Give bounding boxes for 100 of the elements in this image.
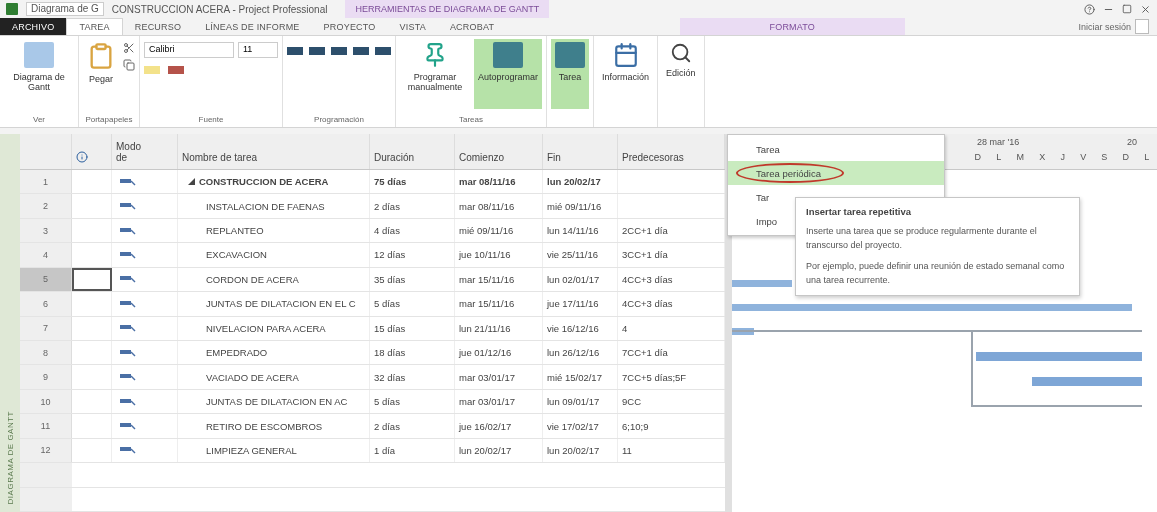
start-cell: mar 08/11/16	[455, 169, 543, 194]
ribbon-tab[interactable]: ACROBAT	[437, 18, 507, 35]
day-label: M	[1016, 151, 1024, 164]
font-size-field[interactable]: 11	[238, 42, 278, 58]
gantt-bar[interactable]	[976, 352, 1142, 361]
menu-item[interactable]: Tarea periódica	[728, 161, 944, 185]
font-name-field[interactable]: Calibri	[144, 42, 234, 58]
start-cell: jue 10/11/16	[455, 243, 543, 267]
column-header[interactable]: Comienzo	[459, 151, 505, 163]
finish-cell: lun 14/11/16	[543, 218, 618, 243]
tooltip-text: Por ejemplo, puede definir una reunión de estado semanal como una tarea recurrente.	[806, 260, 1066, 287]
day-label: L	[1144, 151, 1150, 164]
day-label: V	[1080, 151, 1087, 164]
row-number[interactable]: 8	[20, 340, 72, 365]
maximize-icon[interactable]	[1122, 4, 1132, 14]
day-label: D	[974, 151, 982, 164]
row-number[interactable]: 1	[20, 169, 72, 194]
row-number[interactable]: 5	[20, 267, 72, 292]
duration-cell: 32 días	[370, 365, 455, 389]
task-name-cell: JUNTAS DE DILATACION EN AC	[178, 389, 370, 414]
group-label: Tareas	[458, 115, 484, 126]
start-cell: mar 15/11/16	[455, 292, 543, 316]
column-header[interactable]: Modo de	[116, 140, 146, 163]
app-icon[interactable]	[6, 3, 18, 15]
task-name-cell: CONSTRUCCION DE ACERA	[178, 169, 370, 194]
duration-cell: 35 días	[370, 267, 455, 292]
row-number[interactable]: 12	[20, 438, 72, 463]
group-label: Ver	[32, 115, 46, 126]
close-icon[interactable]	[1140, 3, 1151, 15]
gantt-bar[interactable]	[732, 328, 754, 335]
gantt-bar[interactable]	[732, 304, 1132, 311]
ribbon-tab[interactable]: LÍNEAS DE INFORME	[193, 18, 312, 35]
progress-icon[interactable]	[353, 47, 369, 55]
task-mode-icon	[120, 347, 136, 358]
task-mode-icon	[120, 201, 136, 212]
row-number[interactable]: 9	[20, 365, 72, 389]
progress-icon[interactable]	[309, 47, 325, 55]
task-button[interactable]: Tarea	[551, 39, 590, 109]
font-color-icon[interactable]	[168, 66, 184, 74]
progress-icon[interactable]	[375, 47, 391, 55]
help-icon[interactable]	[1084, 3, 1095, 15]
scissors-icon[interactable]	[123, 42, 135, 54]
ribbon-tab[interactable]: RECURSO	[122, 18, 194, 35]
tooltip-text: Inserte una tarea que se produce regularmente durante el transcurso del proyecto.	[806, 225, 1038, 252]
ribbon-tab[interactable]: ARCHIVO	[0, 18, 67, 35]
duration-cell: 5 días	[370, 389, 455, 414]
group-label: Portapapeles	[84, 115, 134, 126]
highlight-icon[interactable]	[144, 66, 160, 74]
copy-icon[interactable]	[123, 59, 135, 71]
auto-schedule-button[interactable]: Autoprogramar	[474, 39, 543, 109]
information-button[interactable]: Información	[598, 39, 654, 109]
task-mode-icon	[120, 274, 136, 285]
info-cell[interactable]	[72, 267, 112, 292]
row-number[interactable]: 11	[20, 414, 72, 438]
gantt-view-button[interactable]: Diagrama de Gantt	[4, 39, 74, 109]
empty-row[interactable]	[20, 463, 725, 488]
row-number[interactable]: 3	[20, 218, 72, 243]
day-label: X	[1039, 151, 1046, 164]
paste-button[interactable]: Pegar	[83, 39, 119, 109]
ribbon-tab[interactable]: TAREA	[66, 18, 123, 35]
task-mode-icon	[120, 249, 136, 260]
row-number[interactable]: 2	[20, 194, 72, 218]
row-number[interactable]: 4	[20, 243, 72, 267]
ribbon-tab[interactable]: VISTA	[387, 18, 438, 35]
calendar-icon	[612, 42, 639, 68]
start-cell: mar 15/11/16	[455, 267, 543, 292]
gantt-bar[interactable]	[1032, 377, 1142, 386]
start-cell: mar 03/01/17	[455, 389, 543, 414]
ribbon-tab[interactable]: FORMATO	[679, 18, 906, 35]
start-cell: lun 20/02/17	[455, 438, 543, 463]
row-number[interactable]: 10	[20, 389, 72, 414]
empty-row[interactable]	[20, 487, 725, 512]
start-cell: jue 01/12/16	[455, 340, 543, 365]
editing-button[interactable]: Edición	[662, 39, 700, 109]
finish-cell: vie 16/12/16	[543, 316, 618, 340]
column-header[interactable]: Duración	[374, 151, 415, 163]
start-cell: jue 16/02/17	[455, 414, 543, 438]
duration-cell: 2 días	[370, 194, 455, 218]
gantt-bar[interactable]	[732, 280, 792, 287]
manual-schedule-button[interactable]: Programar manualmente	[400, 39, 470, 109]
duration-cell: 2 días	[370, 414, 455, 438]
ribbon-tab[interactable]: PROYECTO	[311, 18, 388, 35]
row-number[interactable]: 6	[20, 292, 72, 316]
sign-in-link[interactable]: Iniciar sesión	[1078, 21, 1131, 32]
column-header[interactable]: Nombre de tarea	[182, 151, 258, 163]
duration-cell: 12 días	[370, 243, 455, 267]
view-selector-field[interactable]: Diagrama de G	[26, 2, 104, 16]
timescale-label: 20	[1127, 137, 1137, 149]
column-header[interactable]: Predecesoras	[622, 151, 684, 163]
task-name-cell: JUNTAS DE DILATACION EN EL C	[178, 292, 370, 316]
progress-icon[interactable]	[331, 47, 347, 55]
task-mode-icon	[120, 176, 136, 187]
row-number[interactable]: 7	[20, 316, 72, 340]
duration-cell: 75 días	[370, 169, 455, 194]
start-cell: mar 08/11/16	[455, 194, 543, 218]
collapse-icon[interactable]	[188, 178, 195, 186]
menu-item[interactable]: Tarea	[728, 137, 944, 161]
column-header[interactable]: Fin	[547, 151, 561, 163]
progress-icon[interactable]	[287, 47, 303, 55]
day-label: S	[1101, 151, 1108, 164]
